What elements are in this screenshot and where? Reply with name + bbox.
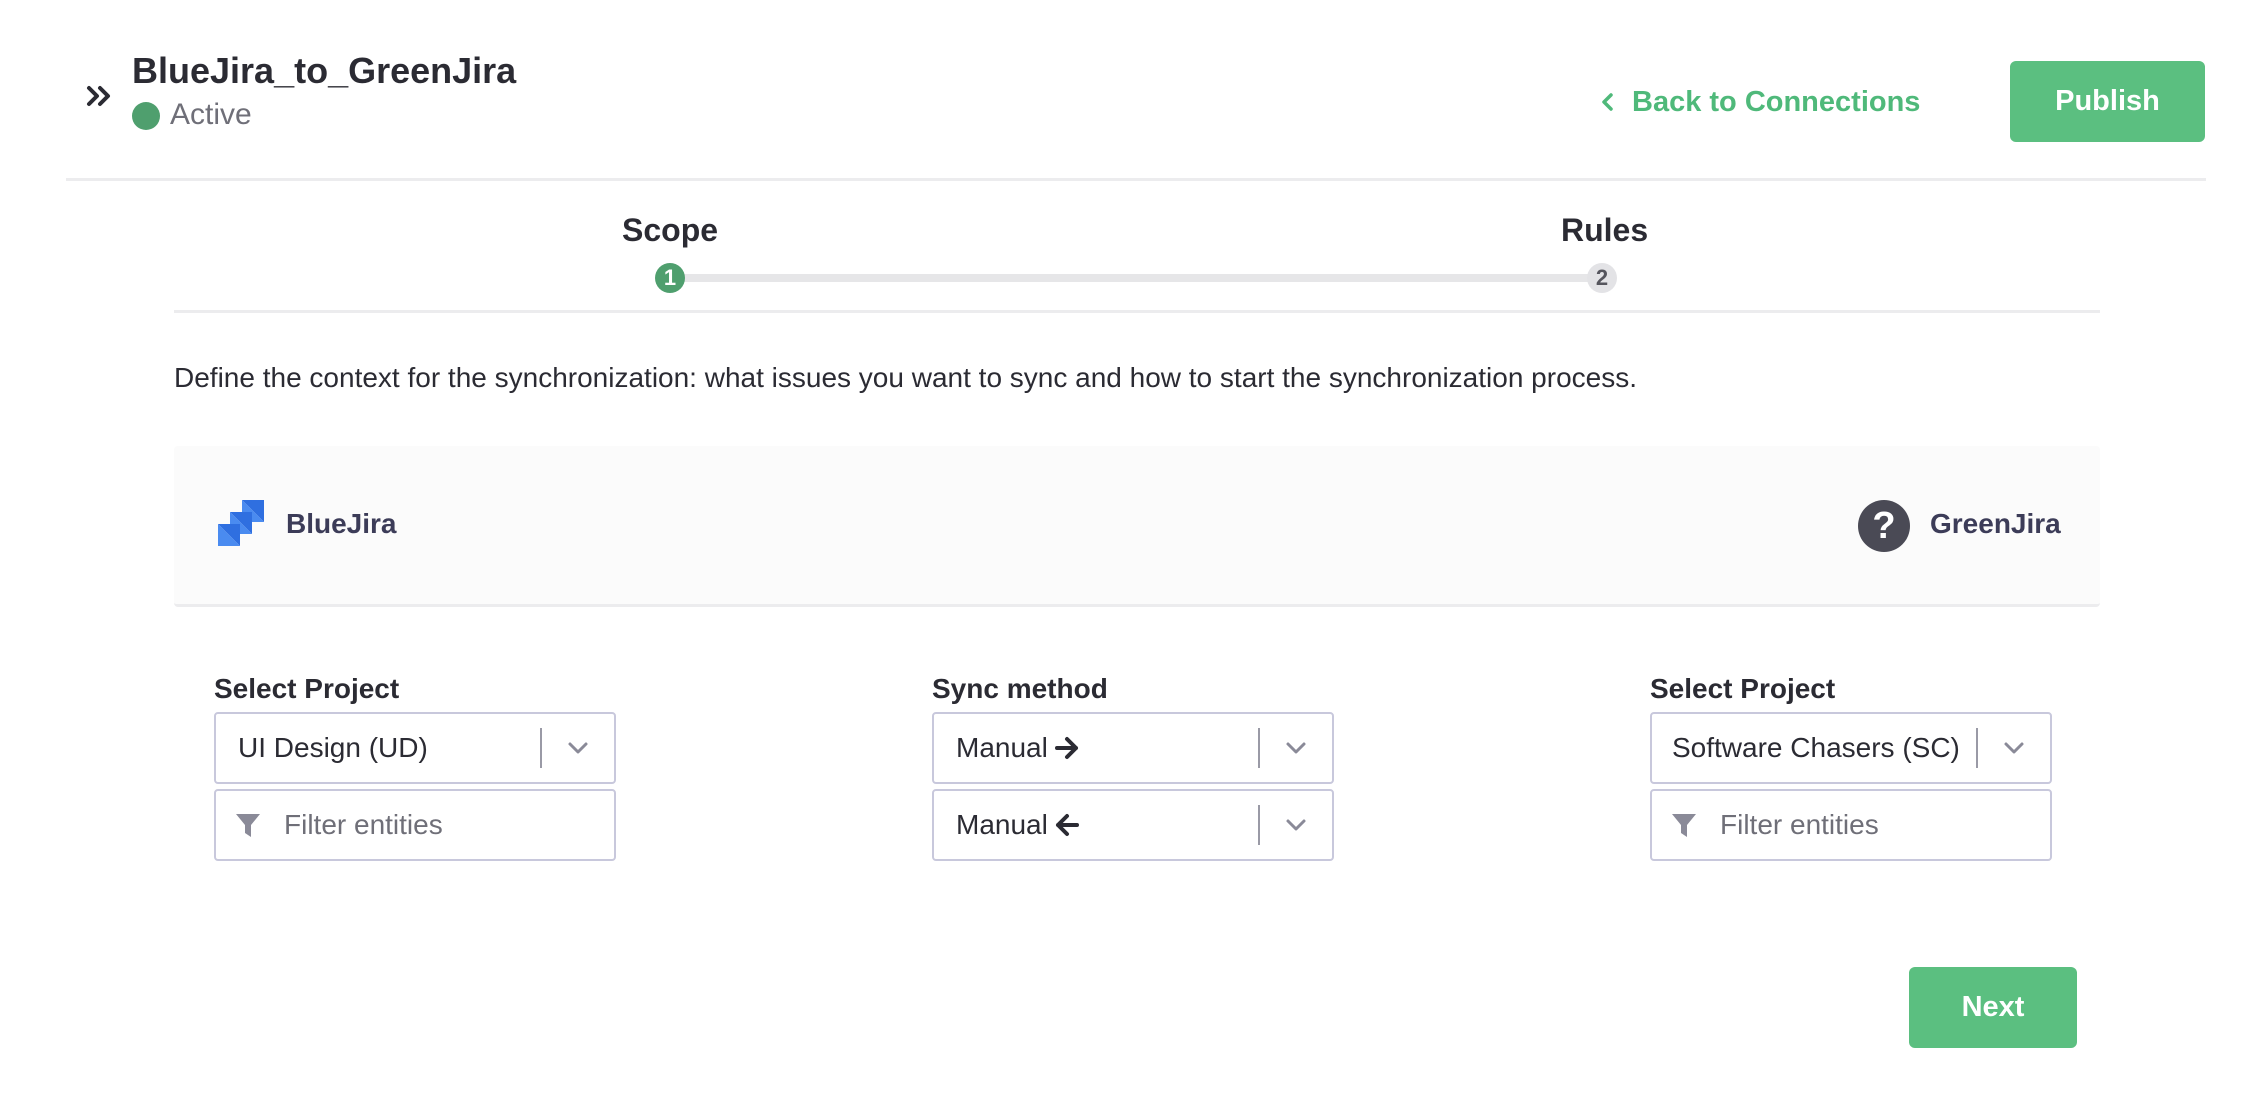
filter-icon <box>1670 811 1700 839</box>
scope-description: Define the context for the synchronizati… <box>174 362 1637 393</box>
left-select-project-label: Select Project <box>214 673 400 704</box>
collapse-sidebar-button[interactable] <box>84 78 114 114</box>
step-rules-label[interactable]: Rules <box>1561 212 1648 249</box>
arrow-right-icon <box>1054 737 1078 759</box>
filter-icon <box>234 811 264 839</box>
next-button[interactable]: Next <box>1909 967 2077 1048</box>
arrow-left-icon <box>1055 814 1079 836</box>
status-label: Active <box>170 98 252 131</box>
left-filter-entities[interactable] <box>214 789 616 861</box>
question-icon: ? <box>1858 500 1910 552</box>
double-chevron-right-icon <box>87 86 110 106</box>
destination-instance-name: GreenJira <box>1930 508 2061 539</box>
incoming-sync-value: Manual <box>934 809 1258 841</box>
source-instance-name: BlueJira <box>286 508 397 539</box>
header-divider <box>66 178 2206 181</box>
outgoing-sync-value: Manual <box>934 732 1258 764</box>
outgoing-sync-method-select[interactable]: Manual <box>932 712 1334 784</box>
incoming-sync-method-select[interactable]: Manual <box>932 789 1334 861</box>
step-scope-indicator[interactable]: 1 <box>655 263 685 293</box>
stepper-divider <box>174 310 2100 313</box>
right-select-project-label: Select Project <box>1650 673 1836 704</box>
sync-method-label: Sync method <box>932 673 1108 704</box>
stepper-track <box>670 274 1602 282</box>
back-link-label: Back to Connections <box>1632 85 1921 118</box>
incoming-sync-text: Manual <box>956 809 1048 840</box>
instances-panel <box>174 446 2100 607</box>
step-rules-indicator[interactable]: 2 <box>1587 263 1617 293</box>
chevron-down-icon[interactable] <box>1978 712 2050 784</box>
back-to-connections-link[interactable]: Back to Connections <box>1600 84 1920 120</box>
right-project-select[interactable]: Software Chasers (SC) <box>1650 712 2052 784</box>
chevron-down-icon[interactable] <box>1260 789 1332 861</box>
outgoing-sync-text: Manual <box>956 732 1048 763</box>
chevron-left-icon <box>1602 93 1613 111</box>
jira-logo-icon <box>218 500 264 546</box>
left-project-value: UI Design (UD) <box>238 732 428 763</box>
left-project-select[interactable]: UI Design (UD) <box>214 712 616 784</box>
connection-title: BlueJira_to_GreenJira <box>132 50 517 91</box>
left-filter-input[interactable] <box>282 808 586 842</box>
right-filter-input[interactable] <box>1718 808 2022 842</box>
status-indicator-dot <box>132 102 160 130</box>
chevron-down-icon[interactable] <box>1260 712 1332 784</box>
chevron-down-icon[interactable] <box>542 712 614 784</box>
right-filter-entities[interactable] <box>1650 789 2052 861</box>
step-scope-label[interactable]: Scope <box>622 212 718 249</box>
right-project-value: Software Chasers (SC) <box>1672 732 1960 763</box>
publish-button[interactable]: Publish <box>2010 61 2205 142</box>
